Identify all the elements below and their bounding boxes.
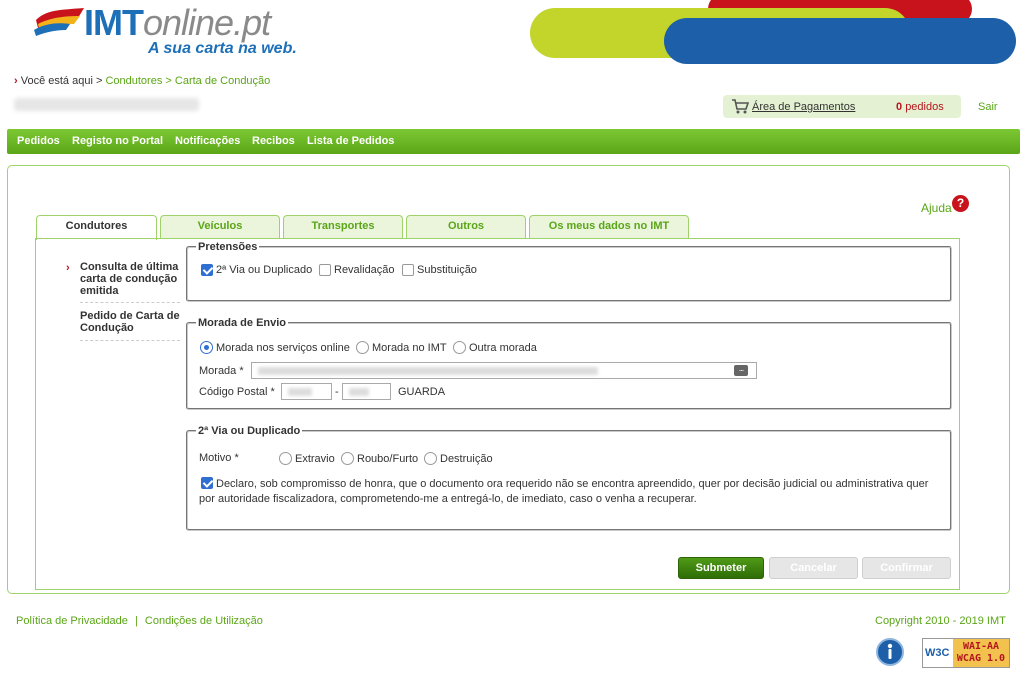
wcag-badge[interactable]: W3C WAI-AA WCAG 1.0 [922,638,1010,668]
footer-separator: | [134,615,138,627]
breadcrumb-prefix: Você está aqui > [20,75,103,87]
codigo-postal-label: Código Postal * [199,386,275,398]
breadcrumb-link-condutores[interactable]: Condutores [105,75,162,87]
breadcrumb-chevron-icon: › [14,75,18,87]
tab-condutores[interactable]: Condutores [36,215,157,240]
logout-link[interactable]: Sair [978,101,998,113]
main-nav: Pedidos Registo no Portal Notificações R… [7,129,1020,154]
pretensoes-legend: Pretensões [198,241,258,253]
shopping-cart-icon[interactable] [731,99,749,114]
postal-separator: - [335,386,339,398]
motivo-destruicao-radio[interactable] [424,452,437,465]
breadcrumb-link-carta[interactable]: Carta de Condução [175,75,270,87]
motivo-label: Motivo * [199,452,239,464]
submit-button[interactable]: Submeter [678,557,764,579]
side-menu-pedido-carta[interactable]: Pedido de Carta de Condução [80,310,184,334]
terms-link[interactable]: Condições de Utilização [145,615,263,627]
wcag-badge-top: WAI-AA [962,641,1000,652]
morada-servicos-radio[interactable] [200,341,213,354]
orders-count-value: 0 [896,101,903,113]
site-logo[interactable]: IMTonline.pt [84,2,271,44]
morada-envio-legend: Morada de Envio [198,317,287,329]
outra-morada-radio[interactable] [453,341,466,354]
segunda-via-legend: 2ª Via ou Duplicado [198,425,301,437]
codigo-postal-suffix-input[interactable] [342,383,391,400]
nav-item-notificacoes[interactable]: Notificações [175,135,240,147]
tab-veiculos[interactable]: Veículos [160,215,280,239]
orders-count-label: pedidos [905,101,944,113]
nav-item-registo[interactable]: Registo no Portal [72,135,163,147]
accessibility-figure-icon [887,643,893,659]
wcag-level: WAI-AA WCAG 1.0 [953,639,1009,667]
chevron-right-icon: › [66,262,70,274]
logo-suffix: online.pt [142,2,271,43]
breadcrumb: › Você está aqui > Condutores > Carta de… [14,75,270,87]
footer-links: Política de Privacidade | Condições de U… [16,615,263,627]
codigo-postal-prefix-input[interactable] [281,383,332,400]
more-options-icon[interactable]: ... [734,364,748,376]
pretensao-revalidacao-label[interactable]: Revalidação [334,264,395,276]
tab-outros[interactable]: Outros [406,215,526,239]
morada-input[interactable]: ... [251,362,757,379]
privacy-link[interactable]: Política de Privacidade [16,615,128,627]
outra-morada-label[interactable]: Outra morada [469,342,537,354]
motivo-extravio-label[interactable]: Extravio [295,453,335,465]
motivo-extravio-radio[interactable] [279,452,292,465]
header-banner [530,0,1016,64]
morada-label: Morada * [199,365,244,377]
declaration-text[interactable]: Declaro, sob compromisso de honra, que o… [199,477,939,507]
postal-suffix-redacted [349,388,369,396]
morada-imt-label[interactable]: Morada no IMT [372,342,447,354]
nav-item-pedidos[interactable]: Pedidos [17,135,60,147]
cancel-button[interactable]: Cancelar [769,557,858,579]
motivo-roubo-radio[interactable] [341,452,354,465]
imt-logo-flag-icon [34,8,84,36]
morada-servicos-label[interactable]: Morada nos serviços online [216,342,350,354]
orders-count[interactable]: 0 pedidos [896,101,944,113]
help-icon[interactable]: ? [952,195,969,212]
wcag-badge-bottom: WCAG 1.0 [956,653,1006,664]
payments-link[interactable]: Área de Pagamentos [752,101,855,113]
tab-meus-dados[interactable]: Os meus dados no IMT [529,215,689,239]
tab-transportes[interactable]: Transportes [283,215,403,239]
pretensao-segunda-via-label[interactable]: 2ª Via ou Duplicado [216,264,312,276]
copyright: Copyright 2010 - 2019 IMT [875,615,1006,627]
side-menu-divider [80,340,180,341]
help-link[interactable]: Ajuda [921,201,952,215]
confirm-button[interactable]: Confirmar [862,557,951,579]
pretensao-segunda-via-checkbox[interactable] [201,264,213,276]
pretensao-revalidacao-checkbox[interactable] [319,264,331,276]
motivo-roubo-label[interactable]: Roubo/Furto [357,453,418,465]
breadcrumb-separator: > [165,75,172,87]
morada-value-redacted [258,367,598,375]
logo-tagline: A sua carta na web. [148,40,297,57]
nav-item-lista-pedidos[interactable]: Lista de Pedidos [307,135,394,147]
pretensao-substituicao-checkbox[interactable] [402,264,414,276]
postal-prefix-redacted [288,388,312,396]
w3c-logo: W3C [925,647,950,659]
morada-imt-radio[interactable] [356,341,369,354]
nav-item-recibos[interactable]: Recibos [252,135,295,147]
locality-value: GUARDA [398,386,446,398]
user-name-redacted [14,98,199,111]
side-menu-consulta[interactable]: Consulta de última carta de condução emi… [80,261,184,297]
pretensao-substituicao-label[interactable]: Substituição [417,264,477,276]
logo-brand: IMT [84,2,144,43]
side-menu-divider [80,302,180,303]
accessibility-icon[interactable] [876,638,904,666]
motivo-destruicao-label[interactable]: Destruição [440,453,493,465]
